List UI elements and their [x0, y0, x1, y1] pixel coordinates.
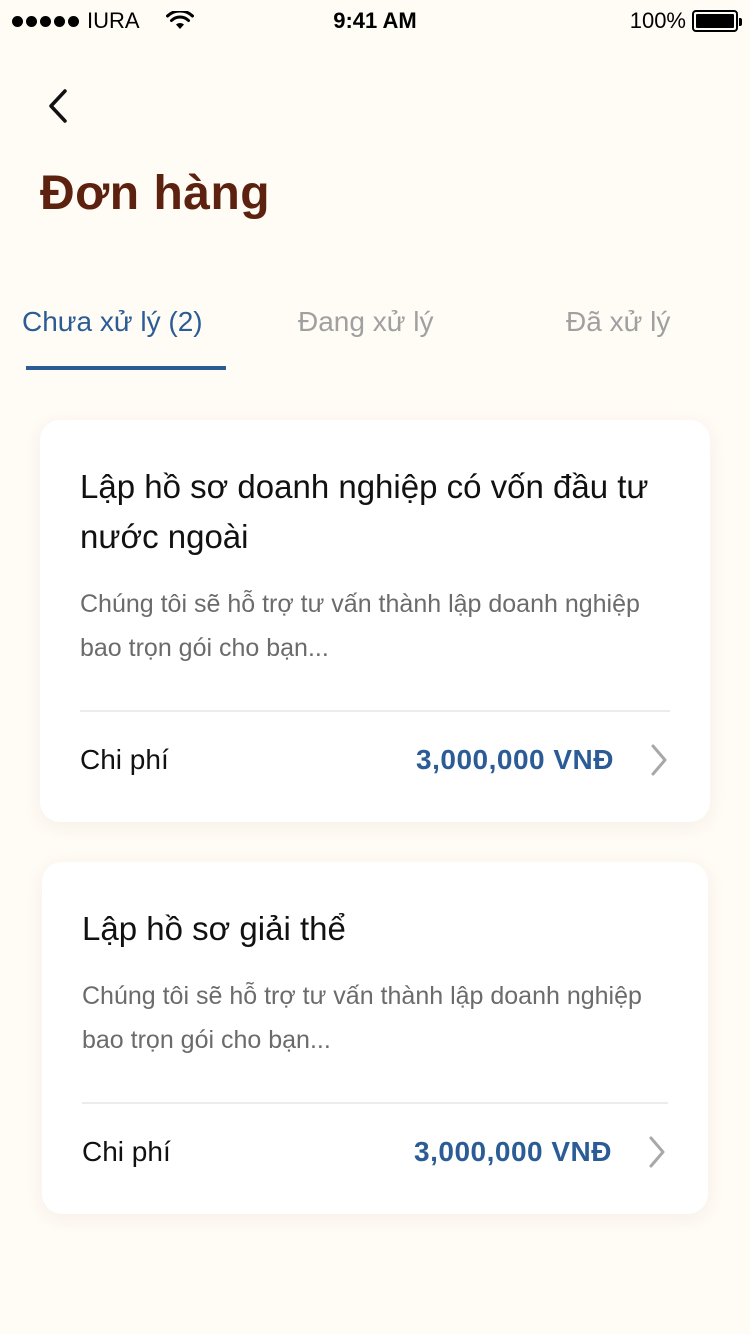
order-title: Lập hồ sơ doanh nghiệp có vốn đầu tư nướ… — [80, 468, 649, 555]
cost-value: 3,000,000 VNĐ — [414, 1136, 612, 1167]
divider — [82, 1102, 668, 1104]
order-card[interactable]: Lập hồ sơ giải thể Chúng tôi sẽ hỗ trợ t… — [42, 862, 708, 1214]
back-button[interactable] — [38, 82, 78, 130]
tab-processing[interactable]: Đang xử lý — [298, 306, 433, 338]
cost-value: 3,000,000 VNĐ — [416, 744, 614, 775]
tab-pending[interactable]: Chưa xử lý (2) — [22, 306, 203, 338]
chevron-right-icon — [651, 744, 667, 776]
back-arrow-icon — [49, 89, 67, 123]
status-right: 100% — [629, 8, 742, 34]
order-card[interactable]: Lập hồ sơ doanh nghiệp có vốn đầu tư nướ… — [40, 420, 710, 822]
status-bar: IURA 9:41 AM 100% — [0, 0, 750, 40]
tab-processed[interactable]: Đã xử lý — [566, 306, 670, 338]
page-title: Đơn hàng — [40, 167, 271, 220]
tab-active-indicator — [26, 366, 226, 370]
battery-icon — [692, 10, 742, 32]
divider — [80, 710, 670, 712]
chevron-right-icon — [649, 1136, 665, 1168]
tab-bar: Chưa xử lý (2) Đang xử lý Đã xử lý — [0, 300, 750, 372]
order-title: Lập hồ sơ giải thể — [82, 910, 346, 947]
battery-percent: 100% — [629, 8, 686, 33]
cost-label: Chi phí — [80, 744, 169, 775]
order-description: Chúng tôi sẽ hỗ trợ tư vấn thành lập doa… — [82, 982, 642, 1054]
order-description: Chúng tôi sẽ hỗ trợ tư vấn thành lập doa… — [80, 590, 640, 662]
cost-label: Chi phí — [82, 1136, 171, 1167]
